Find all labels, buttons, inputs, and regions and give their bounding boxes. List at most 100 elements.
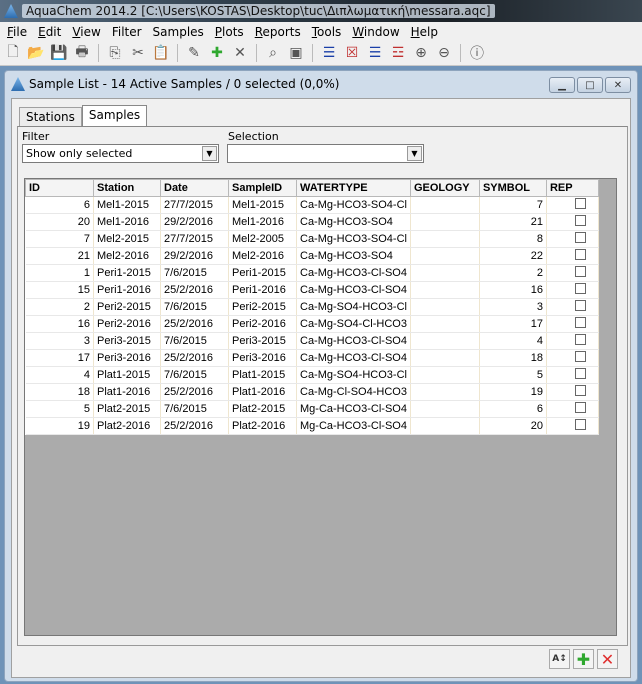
rep-checkbox[interactable] xyxy=(574,385,586,396)
cell-rep xyxy=(546,196,599,214)
column-header-id[interactable]: ID xyxy=(25,179,94,197)
rep-checkbox[interactable] xyxy=(574,351,586,362)
sort-button[interactable]: A↕ xyxy=(549,649,570,669)
column-header-symbol[interactable]: SYMBOL xyxy=(478,179,547,197)
table-row[interactable]: 6 Mel1-2015 27/7/2015 Mel1-2015 Ca-Mg-HCO3-S… xyxy=(25,196,599,214)
table-row[interactable]: 1 Peri1-2015 7/6/2015 Peri1-2015 Ca-Mg-HCO3-… xyxy=(25,264,599,282)
column-header-date[interactable]: Date xyxy=(160,179,229,197)
menu-file[interactable]: File xyxy=(3,25,34,39)
rep-checkbox[interactable] xyxy=(574,317,586,328)
open-button[interactable]: 📂 xyxy=(26,43,46,63)
column-header-watertype[interactable]: WATERTYPE xyxy=(296,179,411,197)
column-header-geology[interactable]: GEOLOGY xyxy=(409,179,480,197)
cell-rep xyxy=(546,315,599,333)
toolbar-separator xyxy=(177,44,178,62)
table-row[interactable]: 4 Plat1-2015 7/6/2015 Plat1-2015 Ca-Mg-SO4-H… xyxy=(25,366,599,384)
table-row[interactable]: 15 Peri1-2016 25/2/2016 Peri1-2016 Ca-Mg-HCO… xyxy=(25,281,599,299)
menu-tools[interactable]: Tools xyxy=(308,25,349,39)
rep-checkbox[interactable] xyxy=(574,334,586,345)
zoom-in-button[interactable]: ⊕ xyxy=(411,43,431,63)
table-row[interactable]: 19 Plat2-2016 25/2/2016 Plat2-2016 Mg-Ca-HCO… xyxy=(25,417,599,435)
paste-button[interactable]: 📋 xyxy=(151,43,171,63)
samples-grid: ID Station Date SampleID WATERTYPE GEOLOGY SYM… xyxy=(24,178,617,636)
app-title-bar: AquaChem 2014.2 [C:\Users\KOSTAS\Desktop… xyxy=(0,0,642,22)
column-header-station[interactable]: Station xyxy=(93,179,161,197)
table-row[interactable]: 17 Peri3-2016 25/2/2016 Peri3-2016 Ca-Mg-HCO… xyxy=(25,349,599,367)
find-button[interactable]: ⌕ xyxy=(263,43,283,63)
edit-button[interactable]: ✎ xyxy=(184,43,204,63)
rep-checkbox[interactable] xyxy=(574,368,586,379)
print-button[interactable]: 🖶 xyxy=(72,43,92,63)
cell-station: Mel2-2016 xyxy=(93,247,161,265)
menu-samples[interactable]: Samples xyxy=(149,25,211,39)
menu-help[interactable]: Help xyxy=(407,25,445,39)
cell-date: 7/6/2015 xyxy=(160,400,229,418)
table-row[interactable]: 7 Mel2-2015 27/7/2015 Mel2-2005 Ca-Mg-HCO3-S… xyxy=(25,230,599,248)
cell-rep xyxy=(546,230,599,248)
column-header-rep[interactable]: REP xyxy=(545,179,599,197)
cell-date: 29/2/2016 xyxy=(160,247,229,265)
menu-view[interactable]: View xyxy=(68,25,107,39)
rep-checkbox[interactable] xyxy=(574,419,586,430)
tab-samples[interactable]: Samples xyxy=(81,105,148,126)
list-delete-button[interactable]: ☒ xyxy=(342,43,362,63)
zoom-out-button[interactable]: ⊖ xyxy=(434,43,454,63)
rep-checkbox[interactable] xyxy=(574,198,586,209)
cell-station: Plat2-2016 xyxy=(93,417,161,435)
export-button[interactable]: ▣ xyxy=(286,43,306,63)
table-row[interactable]: 20 Mel1-2016 29/2/2016 Mel1-2016 Ca-Mg-HCO3-… xyxy=(25,213,599,231)
cell-rep xyxy=(546,213,599,231)
minimize-button[interactable]: ▁ xyxy=(549,77,575,93)
cell-sampleid: Peri3-2016 xyxy=(228,349,297,367)
cell-date: 7/6/2015 xyxy=(160,366,229,384)
delete-button[interactable]: ✕ xyxy=(230,43,250,63)
rep-checkbox[interactable] xyxy=(574,232,586,243)
cell-watertype: Ca-Mg-HCO3-Cl-SO4 xyxy=(296,281,411,299)
info-button[interactable]: ⓘ xyxy=(467,43,487,63)
menu-window[interactable]: Window xyxy=(348,25,406,39)
copy-button[interactable]: ⎘ xyxy=(105,43,125,63)
table-row[interactable]: 2 Peri2-2015 7/6/2015 Peri2-2015 Ca-Mg-SO4-H… xyxy=(25,298,599,316)
table-row[interactable]: 5 Plat2-2015 7/6/2015 Plat2-2015 Mg-Ca-HCO3-… xyxy=(25,400,599,418)
toolbar-separator xyxy=(460,44,461,62)
filter-dropdown[interactable]: Show only selected ▼ xyxy=(22,144,219,163)
tab-stations[interactable]: Stations xyxy=(19,107,82,126)
maximize-button[interactable]: □ xyxy=(577,77,603,93)
zoom-out-icon: ⊖ xyxy=(438,45,450,61)
table-row[interactable]: 18 Plat1-2016 25/2/2016 Plat1-2016 Ca-Mg-Cl-… xyxy=(25,383,599,401)
table-row[interactable]: 21 Mel2-2016 29/2/2016 Mel2-2016 Ca-Mg-HCO3-… xyxy=(25,247,599,265)
chevron-down-icon[interactable]: ▼ xyxy=(407,146,422,161)
filter-label: Filter xyxy=(22,130,50,143)
list-clear-button[interactable]: ☲ xyxy=(388,43,408,63)
close-button[interactable]: ✕ xyxy=(605,77,631,93)
cell-rep xyxy=(546,264,599,282)
rep-checkbox[interactable] xyxy=(574,215,586,226)
menu-edit[interactable]: Edit xyxy=(34,25,68,39)
cell-rep xyxy=(546,349,599,367)
chevron-down-icon[interactable]: ▼ xyxy=(202,146,217,161)
rep-checkbox[interactable] xyxy=(574,300,586,311)
add-button[interactable]: ✚ xyxy=(573,649,594,669)
menu-filter[interactable]: Filter xyxy=(108,25,149,39)
delete-button[interactable]: ✕ xyxy=(597,649,618,669)
rep-checkbox[interactable] xyxy=(574,283,586,294)
selection-dropdown[interactable]: ▼ xyxy=(227,144,424,163)
save-icon: 💾 xyxy=(50,45,68,61)
cell-rep xyxy=(546,383,599,401)
list-select-button[interactable]: ☰ xyxy=(365,43,385,63)
cut-button[interactable]: ✂ xyxy=(128,43,148,63)
rep-checkbox[interactable] xyxy=(574,266,586,277)
table-row[interactable]: 3 Peri3-2015 7/6/2015 Peri3-2015 Ca-Mg-HCO3-… xyxy=(25,332,599,350)
cell-sampleid: Peri1-2015 xyxy=(228,264,297,282)
rep-checkbox[interactable] xyxy=(574,402,586,413)
list-button[interactable]: ☰ xyxy=(319,43,339,63)
find-icon: ⌕ xyxy=(269,45,277,61)
menu-plots[interactable]: Plots xyxy=(211,25,251,39)
table-row[interactable]: 16 Peri2-2016 25/2/2016 Peri2-2016 Ca-Mg-SO4… xyxy=(25,315,599,333)
new-button[interactable]: 🗋 xyxy=(3,43,23,63)
add-button[interactable]: ✚ xyxy=(207,43,227,63)
column-header-sampleid[interactable]: SampleID xyxy=(228,179,297,197)
rep-checkbox[interactable] xyxy=(574,249,586,260)
menu-reports[interactable]: Reports xyxy=(251,25,308,39)
save-button[interactable]: 💾 xyxy=(49,43,69,63)
